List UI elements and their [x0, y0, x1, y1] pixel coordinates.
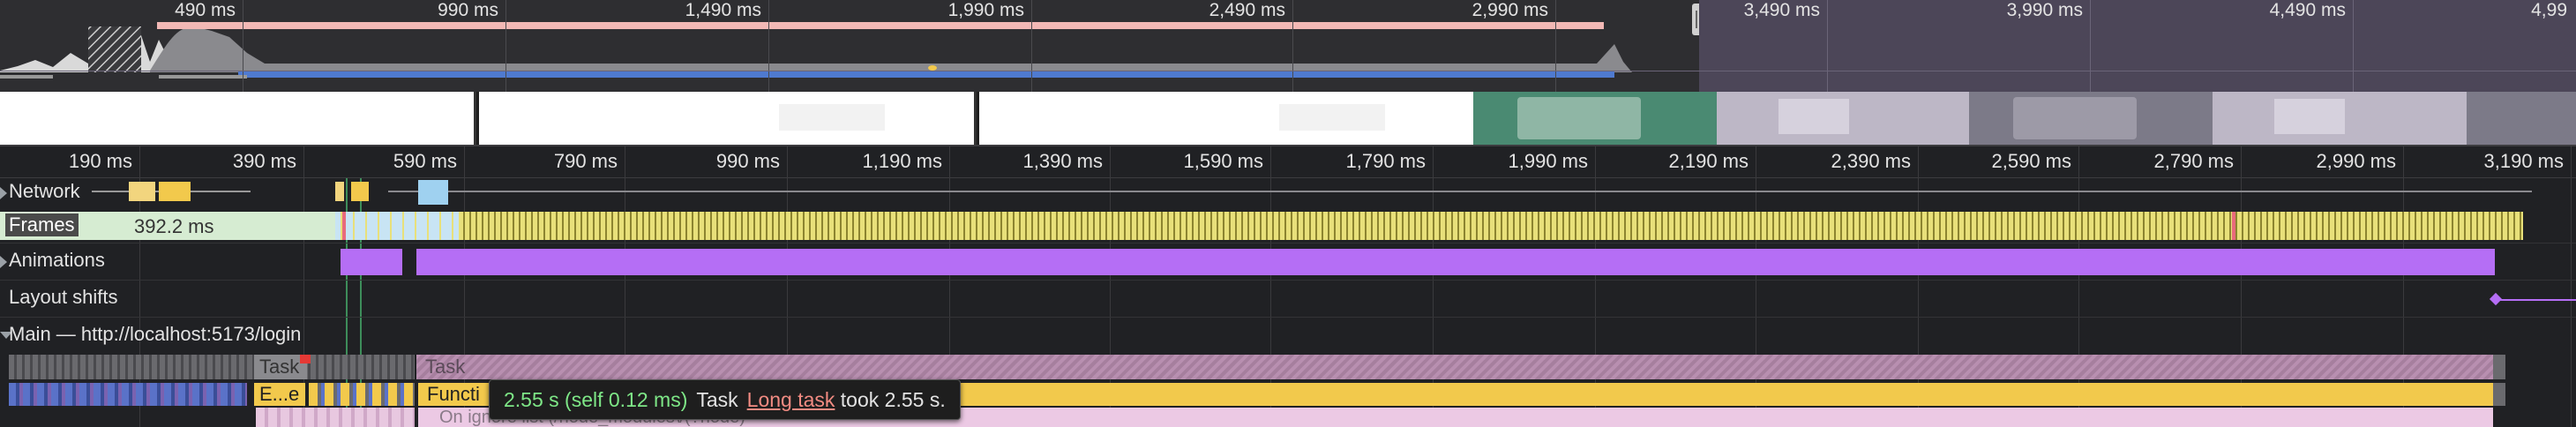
ruler-tick: 590 ms: [393, 150, 457, 172]
ruler-tick: 190 ms: [68, 150, 132, 172]
tooltip-entry-name: Task: [696, 388, 738, 411]
network-request-bar[interactable]: [351, 182, 369, 201]
network-request-bar[interactable]: [335, 182, 344, 201]
layout-shift-marker[interactable]: [2489, 292, 2503, 306]
overview-selected-range[interactable]: 490 ms 990 ms 1,490 ms 1,990 ms 2,490 ms…: [0, 0, 1699, 92]
layout-shift-cluster[interactable]: [2493, 299, 2576, 301]
ruler-tick: 990 ms: [715, 150, 780, 172]
long-task-link[interactable]: Long task: [747, 388, 835, 411]
ruler-tick: 2,390 ms: [1831, 150, 1912, 172]
overview-unselected-range[interactable]: 3,490 ms 3,990 ms 4,490 ms 4,99: [1699, 0, 2576, 92]
screenshot-thumbnail[interactable]: [1717, 92, 1969, 145]
animation-bar[interactable]: [341, 249, 402, 275]
long-task-flag: [300, 355, 311, 363]
network-request-bar[interactable]: [418, 180, 448, 205]
screenshots-strip[interactable]: [0, 92, 2576, 146]
script-cluster[interactable]: [309, 383, 415, 406]
ruler-tick: 3,190 ms: [2483, 150, 2565, 172]
overview-tick: 490 ms: [0, 0, 243, 92]
screenshot-thumbnail[interactable]: [0, 92, 476, 145]
task-cluster[interactable]: [9, 355, 415, 379]
main-track-label: Main — http://localhost:5173/login: [9, 323, 302, 345]
ruler-tick: 1,590 ms: [1183, 150, 1264, 172]
screenshot-thumbnail[interactable]: [1969, 92, 2213, 145]
layout-shifts-track[interactable]: Layout shifts: [0, 281, 2576, 318]
task-block[interactable]: Task: [254, 355, 307, 379]
script-cluster[interactable]: [9, 383, 247, 406]
network-request-bar[interactable]: [159, 182, 191, 201]
main-thread-track[interactable]: Main — http://localhost:5173/login Task …: [0, 318, 2576, 427]
overview-tick: 4,99: [2531, 0, 2567, 20]
overview-tick: 1,990 ms: [769, 0, 1032, 92]
overview-tick: 2,990 ms: [1293, 0, 1556, 92]
screenshot-thumbnail[interactable]: [479, 92, 977, 145]
ruler-tick: 790 ms: [553, 150, 618, 172]
dropped-frame[interactable]: [2232, 212, 2235, 240]
frames-bars[interactable]: [459, 212, 2523, 240]
overview-tick: 4,490 ms: [2091, 0, 2354, 92]
time-ruler: 190 ms 390 ms 590 ms 790 ms 990 ms 1,190…: [0, 146, 2576, 178]
ruler-tick: 1,390 ms: [1022, 150, 1104, 172]
ruler-tick: 2,590 ms: [1991, 150, 2072, 172]
timeline-overview[interactable]: 490 ms 990 ms 1,490 ms 1,990 ms 2,490 ms…: [0, 0, 2576, 92]
screenshot-thumbnail[interactable]: [2467, 92, 2576, 145]
network-request-bar[interactable]: [129, 182, 155, 201]
overview-tick: 3,490 ms: [1699, 0, 1828, 92]
network-track[interactable]: Network: [0, 178, 2576, 208]
long-task-tooltip: 2.55 s (self 0.12 ms) Task Long task took …: [489, 379, 961, 420]
network-request-line: [388, 191, 2532, 192]
screenshot-thumbnail[interactable]: [2213, 92, 2467, 145]
overview-tick: 3,990 ms: [1828, 0, 2091, 92]
long-task-block[interactable]: Task: [416, 355, 2493, 379]
layout-shifts-track-label: Layout shifts: [9, 286, 118, 308]
dropped-frame[interactable]: [342, 212, 346, 240]
expand-triangle-icon[interactable]: [0, 187, 7, 199]
tooltip-duration: 2.55 s (self 0.12 ms): [504, 388, 688, 411]
animation-bar[interactable]: [416, 249, 2495, 275]
ruler-tick: 1,990 ms: [1508, 150, 1589, 172]
frames-cluster[interactable]: [335, 212, 459, 240]
ruler-tick: 390 ms: [232, 150, 296, 172]
frame-duration: 392.2 ms: [134, 215, 214, 237]
animations-track-label: Animations: [9, 249, 105, 271]
expand-triangle-icon[interactable]: [0, 256, 7, 268]
ruler-tick: 2,990 ms: [2316, 150, 2397, 172]
overview-tick: 1,490 ms: [506, 0, 769, 92]
screenshot-thumbnail[interactable]: [1473, 92, 1717, 145]
screenshot-thumbnail[interactable]: [979, 92, 1473, 145]
tooltip-message: took 2.55 s.: [840, 388, 946, 411]
ruler-tick: 1,790 ms: [1345, 150, 1427, 172]
network-track-label: Network: [9, 180, 80, 202]
ruler-tick: 2,790 ms: [2153, 150, 2235, 172]
task-block[interactable]: [2493, 355, 2505, 379]
overview-tick: 2,490 ms: [1032, 0, 1293, 92]
ruler-tick: 2,190 ms: [1668, 150, 1749, 172]
ignored-frames-cluster[interactable]: [256, 408, 415, 427]
frames-track[interactable]: Frames 392.2 ms: [0, 208, 2576, 243]
frames-track-label: Frames: [5, 214, 79, 236]
ruler-tick: 1,190 ms: [862, 150, 943, 172]
animations-track[interactable]: Animations: [0, 243, 2576, 281]
task-block[interactable]: [2493, 383, 2505, 406]
event-block[interactable]: E...e: [254, 383, 305, 406]
overview-tick: 990 ms: [243, 0, 506, 92]
